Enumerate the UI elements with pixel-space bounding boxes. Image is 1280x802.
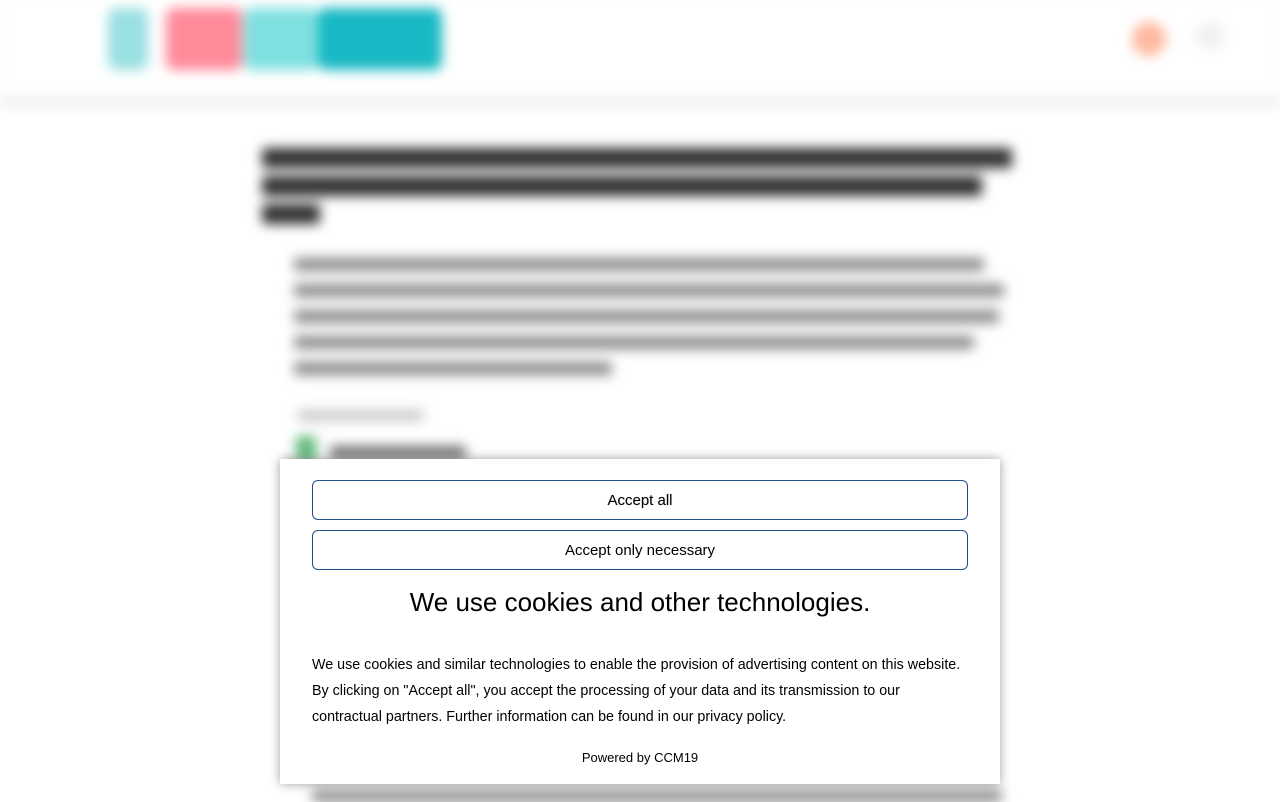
cookie-dialog-description: We use cookies and similar technologies … <box>312 657 961 725</box>
site-header <box>0 0 1280 99</box>
menu-icon[interactable] <box>1196 22 1224 50</box>
accept-necessary-button[interactable]: Accept only necessary <box>312 530 968 570</box>
article-text-line <box>312 790 1002 802</box>
article-body <box>294 258 1006 388</box>
author-name[interactable] <box>330 446 466 459</box>
cookie-dialog-title: We use cookies and other technologies. <box>409 587 871 617</box>
site-logo-part <box>318 8 442 70</box>
powered-by-link[interactable]: Powered by CCM19 <box>582 750 698 765</box>
site-logo[interactable] <box>108 8 148 70</box>
article-meta <box>298 410 424 421</box>
article-title <box>262 148 1014 232</box>
cookie-consent-dialog: Accept all Accept only necessary We use … <box>280 459 1000 784</box>
accept-all-button[interactable]: Accept all <box>312 480 968 520</box>
powered-by: Powered by CCM19 <box>312 750 968 765</box>
user-icon[interactable] <box>1132 22 1166 56</box>
site-logo-part <box>166 8 242 70</box>
site-logo-part <box>244 8 318 70</box>
